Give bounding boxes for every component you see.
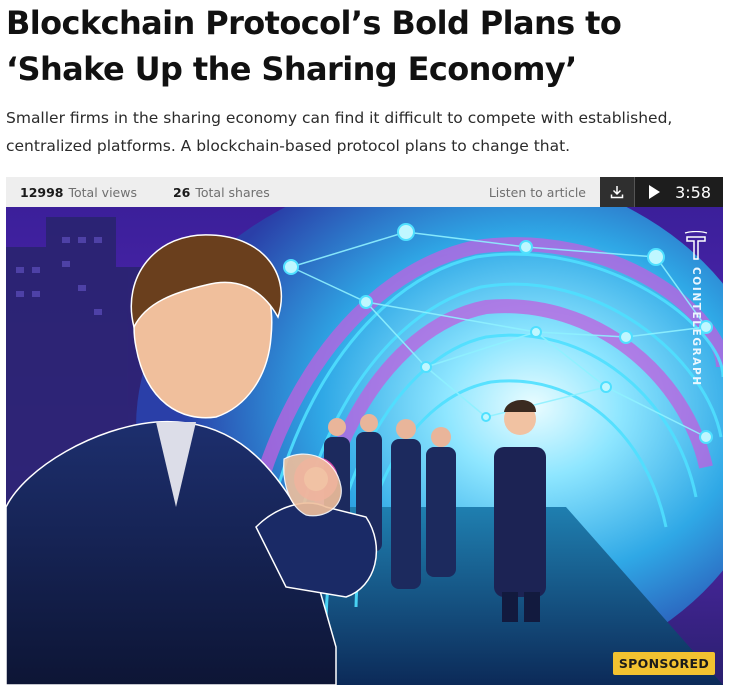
play-icon bbox=[649, 185, 660, 199]
download-icon bbox=[610, 186, 624, 199]
shares-count: 26 bbox=[172, 184, 191, 200]
hero-illustration bbox=[6, 207, 723, 685]
audio-player-button[interactable]: 3:58 bbox=[635, 177, 723, 207]
article-stats-bar: 12998 Total views 26 Total shares Listen… bbox=[6, 177, 723, 207]
shares-stat: 26 Total shares bbox=[173, 185, 270, 200]
download-audio-button[interactable] bbox=[600, 177, 635, 207]
views-stat: 12998 Total views bbox=[20, 185, 137, 200]
sponsored-badge: SPONSORED bbox=[612, 652, 715, 675]
views-count: 12998 bbox=[20, 184, 64, 200]
hero-image: COINTELEGRAPH SPONSORED bbox=[6, 207, 723, 685]
cointelegraph-watermark: COINTELEGRAPH bbox=[690, 267, 702, 387]
cointelegraph-logo-icon bbox=[684, 231, 708, 260]
article-lead: Smaller firms in the sharing economy can… bbox=[6, 109, 673, 155]
shares-label: Total shares bbox=[195, 184, 270, 200]
article-title: Blockchain Protocol’s Bold Plans to ‘Sha… bbox=[6, 4, 622, 88]
views-label: Total views bbox=[68, 184, 137, 200]
listen-to-article-label: Listen to article bbox=[488, 184, 586, 200]
audio-duration: 3:58 bbox=[675, 182, 711, 202]
cointelegraph-brand: COINTELEGRAPH bbox=[683, 231, 709, 387]
